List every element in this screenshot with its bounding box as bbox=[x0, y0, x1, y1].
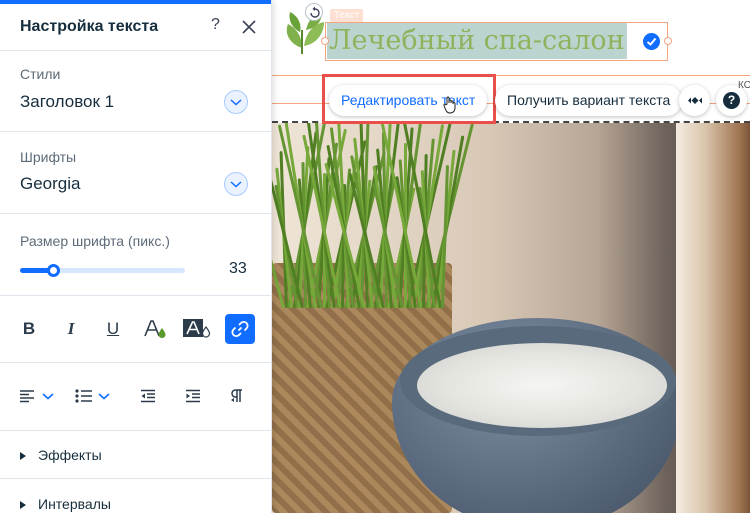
fonts-dropdown-button[interactable] bbox=[224, 172, 248, 196]
bullet-list-icon bbox=[75, 389, 92, 403]
hand-cursor-icon bbox=[443, 96, 456, 114]
chevron-down-icon bbox=[230, 181, 242, 188]
chevron-down-icon bbox=[42, 393, 54, 400]
font-size-slider[interactable] bbox=[20, 264, 185, 277]
link-button[interactable] bbox=[225, 314, 255, 344]
bowl-foam bbox=[417, 343, 667, 428]
underline-button[interactable]: U bbox=[98, 314, 128, 344]
spacing-expander[interactable]: Интервалы bbox=[20, 496, 111, 512]
animation-button[interactable] bbox=[679, 85, 710, 116]
list-dropdown[interactable] bbox=[75, 384, 111, 408]
font-size-value[interactable]: 33 bbox=[229, 260, 247, 278]
slider-knob[interactable] bbox=[47, 264, 60, 277]
close-icon[interactable] bbox=[240, 18, 258, 36]
font-size-label: Размер шрифта (пикс.) bbox=[20, 233, 170, 249]
spa-photo bbox=[272, 123, 750, 513]
caret-right-icon bbox=[20, 501, 26, 509]
outdent-button[interactable] bbox=[140, 384, 156, 408]
check-badge-icon bbox=[641, 31, 662, 52]
align-dropdown[interactable] bbox=[19, 384, 55, 408]
indent-icon bbox=[186, 389, 200, 403]
effects-expander[interactable]: Эффекты bbox=[20, 447, 102, 463]
spacing-label: Интервалы bbox=[38, 496, 111, 512]
text-settings-panel: Настройка текста ? Стили Заголовок 1 Шри… bbox=[0, 0, 272, 513]
align-left-icon bbox=[20, 390, 34, 403]
text-color-button[interactable] bbox=[140, 314, 170, 344]
indent-button[interactable] bbox=[185, 384, 201, 408]
bold-label: B bbox=[22, 319, 36, 338]
chevron-down-icon bbox=[230, 99, 242, 106]
get-text-variant-button[interactable]: Получить вариант текста bbox=[495, 85, 683, 116]
site-heading[interactable]: Лечебный спа-салон bbox=[327, 23, 627, 59]
bold-button[interactable]: B bbox=[14, 314, 44, 344]
resize-handle-left[interactable] bbox=[321, 37, 329, 45]
highlight-color-button[interactable] bbox=[182, 314, 212, 344]
animation-icon bbox=[688, 97, 702, 104]
edit-text-button[interactable]: Редактировать текст bbox=[329, 85, 488, 116]
photo-right-strip bbox=[676, 123, 750, 513]
link-icon bbox=[231, 320, 249, 338]
panel-title: Настройка текста bbox=[20, 18, 159, 35]
outdent-icon bbox=[141, 389, 155, 403]
italic-button[interactable]: I bbox=[56, 314, 86, 344]
fonts-label: Шрифты bbox=[20, 149, 77, 165]
text-direction-icon bbox=[231, 389, 242, 402]
cut-off-text: КО bbox=[738, 80, 750, 91]
effects-label: Эффекты bbox=[38, 447, 102, 463]
text-color-icon bbox=[144, 320, 166, 338]
effects-section[interactable]: Эффекты bbox=[0, 431, 271, 479]
panel-header: Настройка текста ? bbox=[0, 4, 271, 51]
highlight-icon bbox=[183, 319, 211, 338]
underline-label: U bbox=[106, 319, 120, 338]
fonts-section: Шрифты Georgia bbox=[0, 132, 271, 214]
italic-label: I bbox=[67, 319, 75, 338]
spacing-section[interactable]: Интервалы bbox=[0, 479, 271, 513]
styles-section: Стили Заголовок 1 bbox=[0, 51, 271, 132]
text-direction-button[interactable] bbox=[230, 384, 244, 408]
styles-dropdown-button[interactable] bbox=[224, 90, 248, 114]
fonts-dropdown-value[interactable]: Georgia bbox=[20, 174, 80, 194]
chevron-down-icon bbox=[98, 393, 110, 400]
caret-right-icon bbox=[20, 452, 26, 460]
rotate-handle[interactable] bbox=[305, 3, 323, 21]
help-button[interactable]: ? bbox=[211, 16, 220, 34]
element-type-tag: Текст bbox=[330, 9, 364, 23]
font-size-section: Размер шрифта (пикс.) bbox=[0, 214, 271, 296]
styles-label: Стили bbox=[20, 66, 61, 82]
rotate-icon bbox=[310, 6, 320, 18]
help-circle-icon: ? bbox=[723, 92, 740, 109]
resize-handle-right[interactable] bbox=[664, 37, 672, 45]
styles-dropdown-value[interactable]: Заголовок 1 bbox=[20, 92, 114, 112]
